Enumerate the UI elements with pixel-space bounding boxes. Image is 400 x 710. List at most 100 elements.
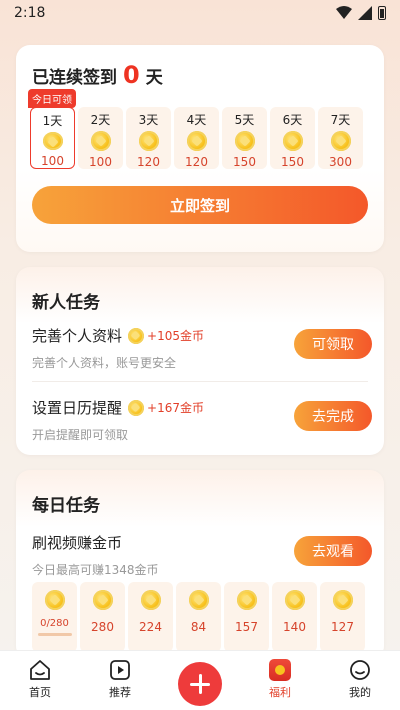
status-time: 2:18 xyxy=(14,5,46,21)
daily-section-title: 每日任务 xyxy=(32,496,100,516)
newbie-section-title: 新人任务 xyxy=(32,293,100,313)
checkin-day-3[interactable]: 3天 120 xyxy=(126,107,171,169)
coin-icon xyxy=(234,131,255,151)
day-label: 1天 xyxy=(42,114,63,128)
checkin-title: 已连续签到 0 天 xyxy=(32,61,163,89)
day-amount: 150 xyxy=(281,155,304,169)
checkin-day-4[interactable]: 4天 120 xyxy=(174,107,219,169)
reward-stage-1: 0/280 xyxy=(32,582,77,652)
day-amount: 100 xyxy=(89,155,112,169)
status-bar: 2:18 xyxy=(0,0,400,28)
reward-stage-6: 140 xyxy=(272,582,317,652)
tab-label: 首页 xyxy=(29,686,51,699)
go-complete-button[interactable]: 去完成 xyxy=(294,401,372,431)
day-label: 3天 xyxy=(138,113,159,127)
coin-icon xyxy=(44,590,65,610)
task-watch-videos: 刷视频赚金币 今日最高可赚1348金币 去观看 xyxy=(32,532,372,588)
task-complete-profile: 完善个人资料 +105金币 完善个人资料，账号更安全 可领取 xyxy=(32,325,372,381)
tab-label: 福利 xyxy=(269,686,291,699)
task-reward: +105金币 xyxy=(128,327,204,344)
checkin-card: 已连续签到 0 天 今日可领 1天 100 2天 100 3天 120 4天 1… xyxy=(16,45,384,252)
signal-icon xyxy=(358,6,372,20)
coin-icon xyxy=(330,131,351,151)
checkin-day-2[interactable]: 2天 100 xyxy=(78,107,123,169)
checkin-day-6[interactable]: 6天 150 xyxy=(270,107,315,169)
reward-value: 157 xyxy=(235,620,258,634)
play-icon xyxy=(110,660,130,680)
coin-icon xyxy=(128,327,145,344)
task-calendar-reminder: 设置日历提醒 +167金币 开启提醒即可领取 去完成 xyxy=(32,397,372,453)
reward-stage-5: 157 xyxy=(224,582,269,652)
coin-icon xyxy=(236,590,257,610)
day-label: 2天 xyxy=(90,113,111,127)
divider xyxy=(32,381,368,382)
day-amount: 300 xyxy=(329,155,352,169)
reward-stage-4: 84 xyxy=(176,582,221,652)
coin-icon xyxy=(282,131,303,151)
coin-icon xyxy=(140,590,161,610)
reward-value: 84 xyxy=(190,620,207,634)
home-icon xyxy=(30,660,50,680)
reward-value: 127 xyxy=(331,620,354,634)
coin-icon xyxy=(188,590,209,610)
task-name: 设置日历提醒 xyxy=(32,399,123,417)
status-icons xyxy=(336,6,386,20)
checkin-day-5[interactable]: 5天 150 xyxy=(222,107,267,169)
checkin-title-suffix: 天 xyxy=(145,68,163,88)
reward-value: 280 xyxy=(91,620,114,634)
coin-icon xyxy=(186,131,207,151)
reward-value: 224 xyxy=(139,620,162,634)
plus-icon xyxy=(178,662,222,706)
task-reward: +167金币 xyxy=(128,399,204,416)
checkin-count: 0 xyxy=(123,61,140,89)
tab-create[interactable] xyxy=(170,651,230,706)
day-label: 6天 xyxy=(282,113,303,127)
coin-icon xyxy=(284,590,305,610)
checkin-title-prefix: 已连续签到 xyxy=(32,68,117,88)
day-amount: 150 xyxy=(233,155,256,169)
task-reward-text: +167金币 xyxy=(147,401,204,415)
reward-stage-7: 127 xyxy=(320,582,365,652)
claim-button[interactable]: 可领取 xyxy=(294,329,372,359)
reward-value: 140 xyxy=(283,620,306,634)
coin-icon xyxy=(92,590,113,610)
coin-icon xyxy=(90,131,111,151)
battery-icon xyxy=(378,6,386,20)
coin-icon xyxy=(332,590,353,610)
coin-icon xyxy=(42,132,63,150)
checkin-day-7[interactable]: 7天 300 xyxy=(318,107,363,169)
tab-welfare[interactable]: 福利 xyxy=(250,651,310,700)
day-amount: 120 xyxy=(185,155,208,169)
bottom-tab-bar: 首页 推荐 福利 我的 xyxy=(0,650,400,710)
checkin-days: 1天 100 2天 100 3天 120 4天 120 5天 150 6天 15… xyxy=(30,107,363,169)
daily-tasks-card: 每日任务 刷视频赚金币 今日最高可赚1348金币 去观看 0/280 280 2… xyxy=(16,470,384,660)
tab-label: 推荐 xyxy=(109,686,131,699)
go-watch-button[interactable]: 去观看 xyxy=(294,536,372,566)
reward-value: 0/280 xyxy=(40,618,69,629)
wifi-icon xyxy=(336,6,352,19)
tab-label: 我的 xyxy=(349,686,371,699)
task-name: 完善个人资料 xyxy=(32,327,123,345)
tab-recommend[interactable]: 推荐 xyxy=(90,651,150,700)
day-amount: 100 xyxy=(41,154,64,168)
tab-home[interactable]: 首页 xyxy=(10,651,70,700)
day-label: 7天 xyxy=(330,113,351,127)
checkin-day-1[interactable]: 1天 100 xyxy=(30,107,75,169)
video-rewards: 0/280 280 224 84 157 140 127 xyxy=(32,582,365,652)
task-name: 刷视频赚金币 xyxy=(32,534,123,552)
day-label: 5天 xyxy=(234,113,255,127)
reward-stage-2: 280 xyxy=(80,582,125,652)
red-envelope-icon xyxy=(269,659,291,681)
smile-icon xyxy=(350,660,370,680)
tab-me[interactable]: 我的 xyxy=(330,651,390,700)
day-amount: 120 xyxy=(137,155,160,169)
task-reward-text: +105金币 xyxy=(147,329,204,343)
checkin-now-button[interactable]: 立即签到 xyxy=(32,186,368,224)
reward-stage-3: 224 xyxy=(128,582,173,652)
coin-icon xyxy=(128,399,145,416)
coin-icon xyxy=(138,131,159,151)
today-claimable-badge: 今日可领 xyxy=(28,89,76,108)
day-label: 4天 xyxy=(186,113,207,127)
reward-progress-bar xyxy=(37,633,72,636)
newbie-tasks-card: 新人任务 完善个人资料 +105金币 完善个人资料，账号更安全 可领取 设置日历… xyxy=(16,267,384,455)
